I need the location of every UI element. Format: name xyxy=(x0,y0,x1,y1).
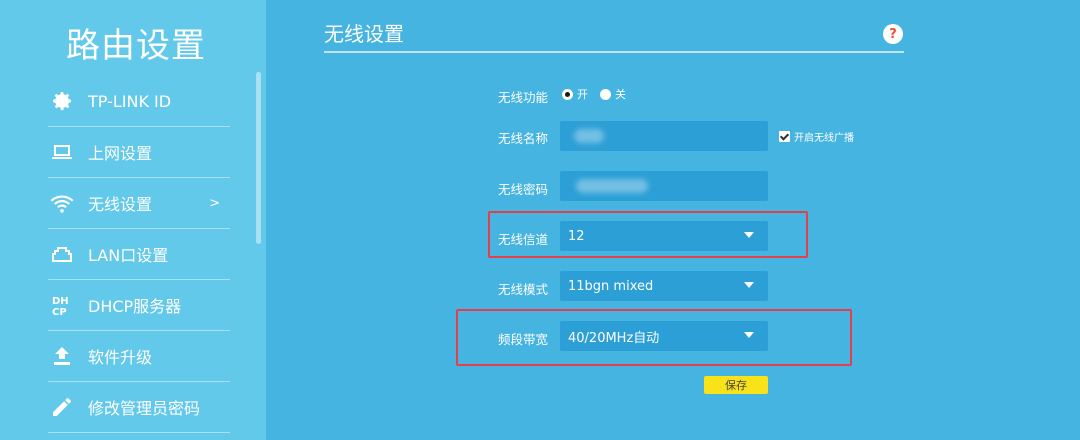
wireless-on-label: 开 xyxy=(577,88,588,101)
page-title: 无线设置 xyxy=(324,22,404,46)
svg-text:CP: CP xyxy=(52,307,67,317)
sidebar-item-label: 上网设置 xyxy=(88,144,153,163)
svg-text:DH: DH xyxy=(52,296,69,307)
broadcast-checkbox[interactable] xyxy=(779,131,790,142)
laptop-icon xyxy=(48,138,76,166)
broadcast-checkbox-wrap: 开启无线广播 xyxy=(779,129,854,144)
ssid-label: 无线名称 xyxy=(497,131,548,146)
sidebar-scrollbar[interactable] xyxy=(256,72,261,244)
wireless-off-radio[interactable] xyxy=(600,88,611,100)
sidebar-item-internet[interactable]: 上网设置 xyxy=(48,127,230,178)
bandwidth-value: 40/20MHz自动 xyxy=(568,330,660,346)
mode-select[interactable]: 11bgn mixed xyxy=(560,271,768,301)
sidebar-item-label: TP-LINK ID xyxy=(88,91,172,111)
broadcast-label: 开启无线广播 xyxy=(794,133,854,144)
sidebar-item-label: DHCP服务器 xyxy=(88,297,182,316)
title-divider xyxy=(324,51,904,53)
bandwidth-label: 频段带宽 xyxy=(497,332,548,347)
sidebar-item-label: 修改管理员密码 xyxy=(88,399,201,418)
channel-select[interactable]: 12 xyxy=(560,221,768,251)
wifi-icon xyxy=(48,189,76,217)
sidebar-item-admin-password[interactable]: 修改管理员密码 xyxy=(48,382,230,433)
pencil-icon xyxy=(48,393,76,421)
sidebar-item-label: LAN口设置 xyxy=(88,246,169,265)
mode-label: 无线模式 xyxy=(497,282,548,297)
bandwidth-select[interactable]: 40/20MHz自动 xyxy=(560,321,768,351)
sidebar-item-label: 软件升级 xyxy=(88,348,153,367)
chevron-right-icon: > xyxy=(209,195,220,211)
app-title: 路由设置 xyxy=(66,26,206,66)
wireless-on-radio[interactable] xyxy=(562,88,573,100)
wireless-off-label: 关 xyxy=(615,88,626,101)
password-label: 无线密码 xyxy=(497,182,548,197)
sidebar-item-lan[interactable]: LAN口设置 xyxy=(48,229,230,280)
save-button[interactable]: 保存 xyxy=(704,376,768,394)
sidebar-item-tplink-id[interactable]: TP-LINK ID xyxy=(48,76,230,127)
lan-port-icon xyxy=(48,240,76,268)
chevron-down-icon xyxy=(744,282,754,288)
sidebar-item-label: 无线设置 xyxy=(88,195,153,214)
chevron-down-icon xyxy=(744,232,754,238)
main-panel: 无线设置 ? 无线功能 开 关 无线名称 开启无线广播 无线密码 无线信道 12… xyxy=(266,0,1080,440)
chevron-down-icon xyxy=(744,332,754,338)
gear-icon xyxy=(48,87,76,115)
sidebar-item-dhcp[interactable]: DH CP DHCP服务器 xyxy=(48,280,230,331)
upload-icon xyxy=(48,342,76,370)
channel-value: 12 xyxy=(568,228,585,244)
password-input[interactable] xyxy=(560,171,768,201)
channel-label: 无线信道 xyxy=(497,232,548,247)
wireless-function-label: 无线功能 xyxy=(497,90,548,105)
ssid-input[interactable] xyxy=(560,121,768,151)
sidebar-item-upgrade[interactable]: 软件升级 xyxy=(48,331,230,382)
mode-value: 11bgn mixed xyxy=(568,278,654,294)
sidebar-nav: TP-LINK ID 上网设置 无线设置 > LAN口设置 DHCP DHCP xyxy=(48,76,230,433)
password-redacted xyxy=(576,179,648,193)
sidebar-item-wireless[interactable]: 无线设置 > xyxy=(48,178,230,229)
wireless-function-radio-group: 开 关 xyxy=(562,86,638,102)
help-icon[interactable]: ? xyxy=(883,24,903,44)
dhcp-icon: DH CP xyxy=(48,291,76,319)
ssid-redacted xyxy=(574,129,604,143)
sidebar: 路由设置 TP-LINK ID 上网设置 无线设置 > LAN口设置 DH CP… xyxy=(0,0,266,440)
